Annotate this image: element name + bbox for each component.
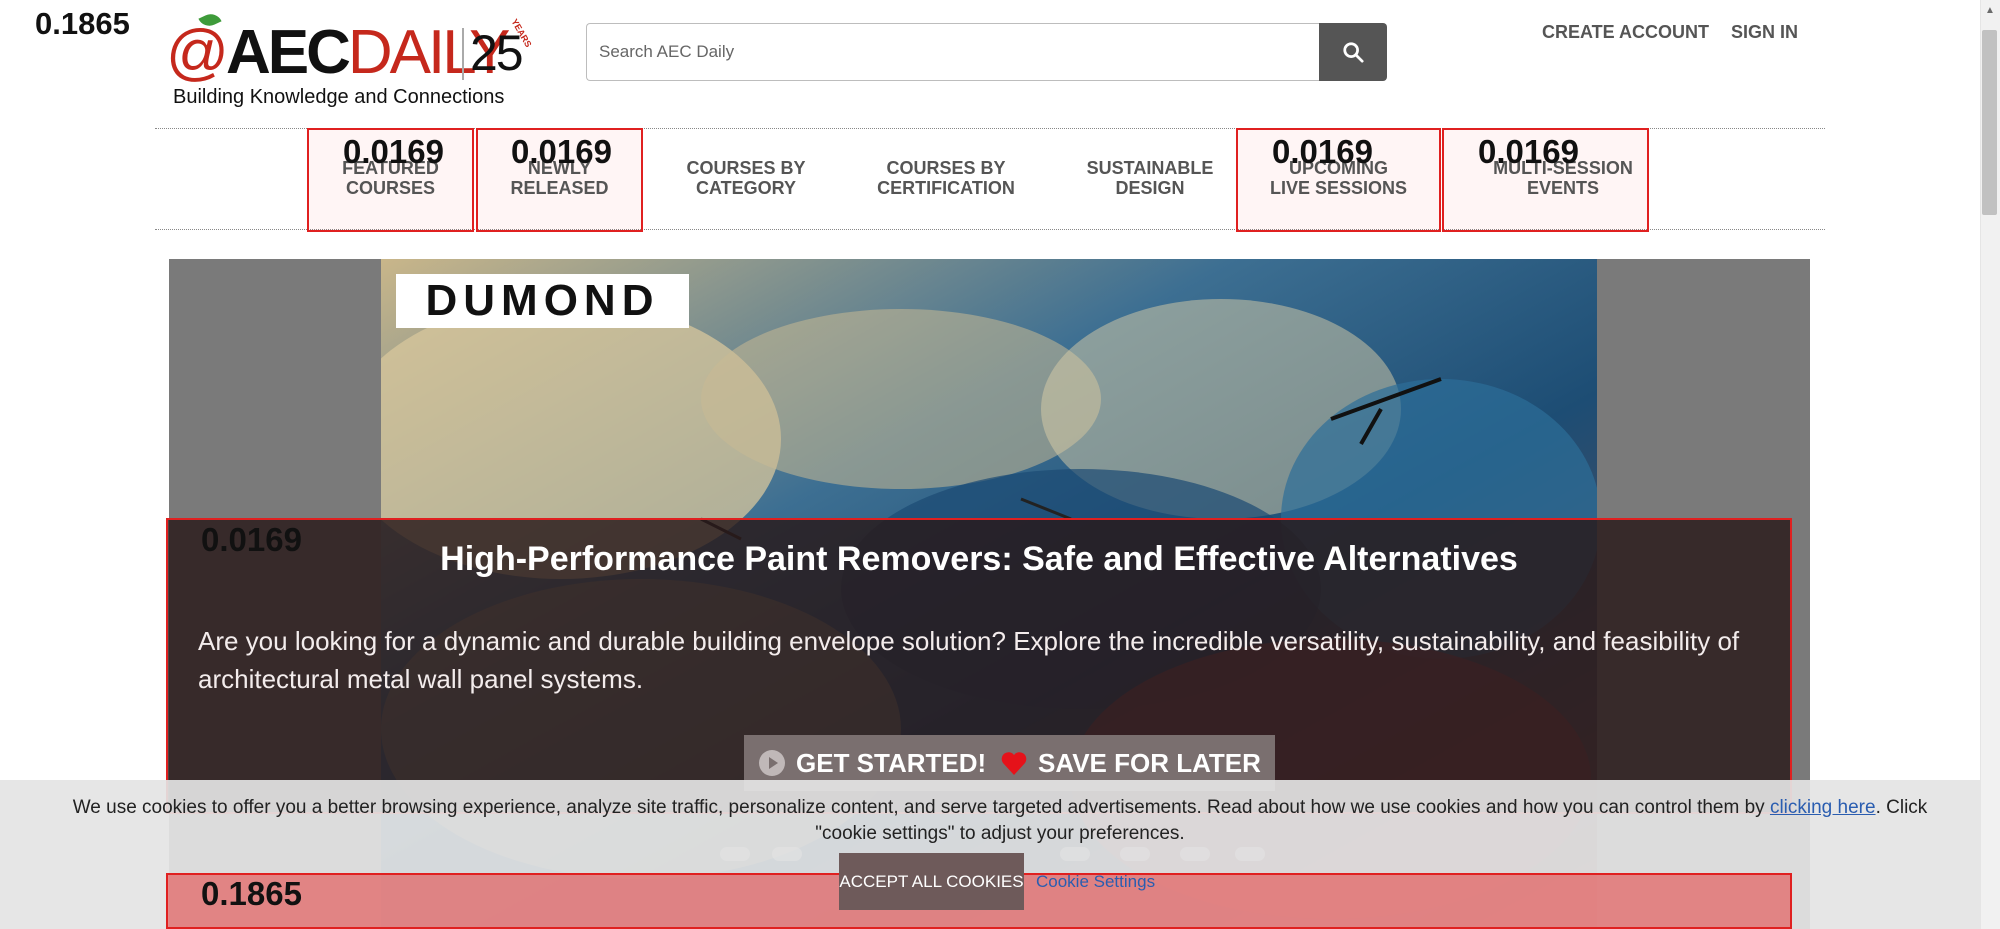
hero-title[interactable]: High-Performance Paint Removers: Safe an… [166, 540, 1792, 579]
hero-description: Are you looking for a dynamic and durabl… [198, 626, 1740, 694]
nav-sustainable-design[interactable]: SUSTAINABLE DESIGN [1080, 158, 1220, 198]
scroll-up-arrow-icon[interactable]: ▲ [1985, 5, 1995, 16]
search-field[interactable] [586, 23, 1320, 81]
nav-certification-line1: COURSES BY [886, 158, 1006, 178]
cookie-settings-link[interactable]: Cookie Settings [1036, 872, 1155, 892]
nav-newly-line2: RELEASED [510, 178, 609, 198]
save-for-later-label: SAVE FOR LATER [1038, 747, 1261, 778]
nav-sustainable-line1: SUSTAINABLE [1086, 158, 1214, 178]
nav-courses-by-category[interactable]: COURSES BY CATEGORY [666, 158, 826, 198]
overlay-score-upcoming: 0.0169 [1272, 133, 1373, 170]
search-input[interactable] [587, 24, 1320, 80]
logo-at-symbol: @ [166, 18, 229, 87]
nav-category-line1: COURSES BY [686, 158, 806, 178]
overlay-score-page: 0.1865 [35, 6, 130, 41]
nav-sustainable-line2: DESIGN [1115, 178, 1185, 198]
accept-all-cookies-button[interactable]: ACCEPT ALL COOKIES [839, 853, 1024, 910]
nav-category-line2: CATEGORY [695, 178, 796, 198]
nav-upcoming-line2: LIVE SESSIONS [1269, 178, 1408, 198]
get-started-label: GET STARTED! [796, 747, 987, 778]
overlay-score-bottom: 0.1865 [201, 875, 302, 912]
overlay-score-newly: 0.0169 [511, 133, 612, 170]
search-button[interactable] [1319, 23, 1387, 81]
dumond-logo[interactable]: DUMOND [396, 274, 689, 328]
sign-in-link[interactable]: SIGN IN [1731, 22, 1798, 43]
logo-25-years: 25 [470, 25, 524, 81]
logo-divider [462, 28, 464, 80]
logo-tagline: Building Knowledge and Connections [173, 86, 505, 108]
overlay-score-featured: 0.0169 [343, 133, 444, 170]
search-icon [1343, 42, 1364, 63]
nav-multi-line2: EVENTS [1526, 178, 1600, 198]
logo-aec: AEC [225, 18, 351, 87]
overlay-score-multi: 0.0169 [1478, 133, 1579, 170]
cookie-message: We use cookies to offer you a better bro… [40, 795, 1960, 847]
heart-icon [1001, 752, 1027, 775]
play-icon [759, 750, 785, 776]
scrollbar-thumb[interactable] [1982, 30, 1997, 215]
cookie-text-before: We use cookies to offer you a better bro… [72, 797, 1770, 818]
cookie-policy-link[interactable]: clicking here [1770, 797, 1876, 818]
aecdaily-logo[interactable]: @AECDAILY [166, 22, 510, 84]
nav-courses-by-certification[interactable]: COURSES BY CERTIFICATION [860, 158, 1032, 198]
nav-certification-line2: CERTIFICATION [877, 178, 1015, 198]
create-account-link[interactable]: CREATE ACCOUNT [1542, 22, 1709, 43]
nav-featured-line2: COURSES [345, 178, 435, 198]
